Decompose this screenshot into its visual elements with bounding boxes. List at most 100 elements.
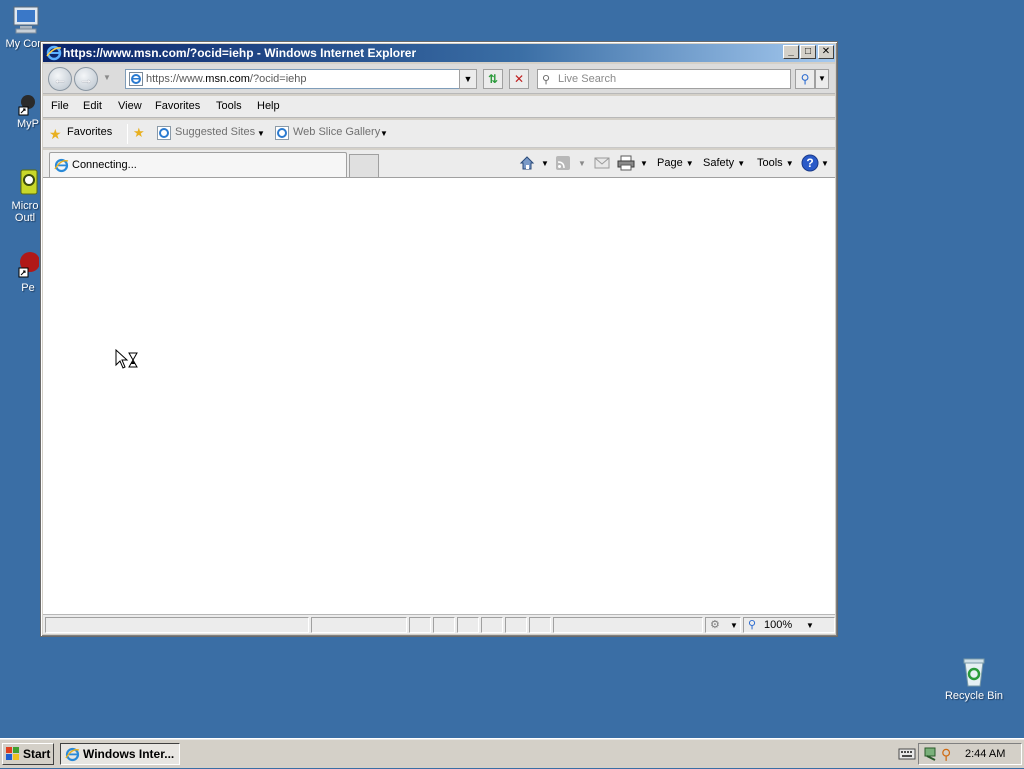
page-menu-label: Page bbox=[657, 157, 683, 169]
printer-icon bbox=[617, 155, 635, 171]
mail-icon bbox=[594, 157, 610, 169]
system-tray: ⚲ 2:44 AM bbox=[918, 743, 1022, 765]
minimize-button[interactable]: _ bbox=[783, 45, 799, 59]
svg-text:?: ? bbox=[806, 156, 813, 170]
search-options-button[interactable]: ▼ bbox=[815, 69, 829, 89]
status-pane bbox=[529, 617, 551, 633]
lock-icon: ⚙ bbox=[710, 619, 720, 631]
taskbar-task-label: Windows Inter... bbox=[83, 747, 175, 761]
window-titlebar[interactable]: https://www.msn.com/?ocid=iehp - Windows… bbox=[43, 44, 835, 62]
status-pane bbox=[409, 617, 431, 633]
chevron-down-icon: ▼ bbox=[730, 621, 738, 630]
status-progress-pane bbox=[311, 617, 407, 633]
zoom-icon: ⚲ bbox=[748, 619, 757, 631]
address-input[interactable]: https://www.msn.com/?ocid=iehp bbox=[125, 69, 477, 89]
ie-icon bbox=[46, 45, 62, 62]
window-title: https://www.msn.com/?ocid=iehp - Windows… bbox=[63, 46, 417, 60]
new-tab-button[interactable] bbox=[349, 154, 379, 178]
suggested-sites-icon bbox=[157, 126, 171, 143]
taskbar-ie-icon bbox=[65, 747, 80, 764]
refresh-button[interactable]: ⇅ bbox=[483, 69, 503, 89]
web-slice-icon bbox=[275, 126, 289, 143]
start-button[interactable]: Start bbox=[2, 743, 54, 765]
web-slice-gallery-link[interactable]: Web Slice Gallery bbox=[293, 126, 380, 138]
favorites-bar: ★ Favorites ★ Suggested Sites ▼ Web Slic… bbox=[43, 120, 835, 148]
maximize-button[interactable]: □ bbox=[800, 45, 816, 59]
start-label: Start bbox=[23, 747, 51, 761]
search-icon: ⚲ bbox=[800, 72, 810, 86]
computer-icon bbox=[10, 4, 42, 36]
status-text-pane bbox=[45, 617, 309, 633]
chevron-down-icon: ▼ bbox=[806, 621, 814, 630]
status-pane bbox=[505, 617, 527, 633]
suggested-sites-link[interactable]: Suggested Sites bbox=[175, 126, 255, 138]
forward-arrow-icon: → bbox=[79, 71, 93, 87]
menu-help[interactable]: Help bbox=[257, 100, 280, 112]
read-mail-button[interactable] bbox=[594, 156, 610, 173]
taskbar-button-ie[interactable]: Windows Inter... bbox=[60, 743, 180, 765]
page-favicon-icon bbox=[129, 72, 143, 88]
feeds-dropdown-icon[interactable]: ▼ bbox=[578, 159, 586, 168]
favorites-label: Favorites bbox=[67, 126, 113, 138]
shortcut-icon bbox=[17, 250, 40, 280]
page-content[interactable] bbox=[43, 177, 835, 617]
desktop-icon-recycle-bin[interactable]: Recycle Bin bbox=[938, 656, 1010, 702]
favorites-star-icon: ★ bbox=[49, 126, 62, 142]
home-dropdown-icon[interactable]: ▼ bbox=[541, 159, 549, 168]
back-button[interactable]: ← bbox=[48, 67, 72, 91]
page-menu[interactable]: Page ▼ bbox=[657, 157, 694, 169]
home-button[interactable] bbox=[519, 155, 535, 174]
tab-label: Connecting... bbox=[72, 159, 137, 171]
print-dropdown-icon[interactable]: ▼ bbox=[640, 159, 648, 168]
address-toolbar: ← → ▼ https://www.msn.com/?ocid=iehp ▼ ⇅… bbox=[43, 64, 835, 94]
address-domain: msn.com bbox=[205, 73, 250, 85]
help-dropdown-icon[interactable]: ▼ bbox=[821, 159, 829, 168]
search-tray-icon[interactable]: ⚲ bbox=[941, 744, 951, 764]
help-button[interactable]: ? bbox=[801, 154, 819, 175]
menu-view[interactable]: View bbox=[118, 100, 142, 112]
network-icon[interactable] bbox=[923, 746, 939, 769]
tools-menu[interactable]: Tools ▼ bbox=[757, 157, 794, 169]
safety-menu[interactable]: Safety ▼ bbox=[703, 157, 745, 169]
zoom-button[interactable]: ⚲ 100% ▼ bbox=[743, 617, 835, 633]
desktop-icon-label: Micro Outl bbox=[11, 200, 39, 224]
stop-button[interactable]: ✕ bbox=[509, 69, 529, 89]
search-button[interactable]: ⚲ bbox=[795, 69, 815, 89]
chevron-down-icon: ▼ bbox=[785, 159, 794, 168]
keyboard-icon[interactable] bbox=[898, 747, 916, 764]
home-icon bbox=[519, 156, 535, 170]
separator bbox=[127, 124, 128, 144]
print-button[interactable] bbox=[617, 155, 635, 174]
address-dropdown-button[interactable]: ▼ bbox=[459, 69, 477, 89]
chevron-down-icon: ▼ bbox=[685, 159, 694, 168]
clock[interactable]: 2:44 AM bbox=[965, 744, 1005, 764]
tools-menu-label: Tools bbox=[757, 157, 783, 169]
status-pane bbox=[481, 617, 503, 633]
menu-file[interactable]: File bbox=[51, 100, 69, 112]
menu-edit[interactable]: Edit bbox=[83, 100, 102, 112]
busy-cursor-icon bbox=[115, 348, 139, 374]
chevron-down-icon: ▼ bbox=[737, 159, 746, 168]
address-path: /?ocid=iehp bbox=[249, 73, 307, 85]
close-button[interactable]: ✕ bbox=[818, 45, 834, 59]
suggested-sites-dropdown-icon[interactable]: ▼ bbox=[257, 129, 265, 138]
menu-bar: File Edit View Favorites Tools Help bbox=[43, 96, 835, 118]
search-placeholder: Live Search bbox=[558, 73, 617, 85]
tab-connecting[interactable]: Connecting... bbox=[49, 152, 347, 178]
tab-bar: Connecting... ▼ ▼ ▼ Page ▼ Safety ▼ Tool… bbox=[43, 150, 835, 178]
web-slice-dropdown-icon[interactable]: ▼ bbox=[380, 129, 388, 138]
windows-logo-icon bbox=[6, 747, 20, 767]
menu-favorites[interactable]: Favorites bbox=[155, 100, 200, 112]
feeds-icon bbox=[556, 156, 570, 170]
address-prefix: https://www. bbox=[146, 73, 206, 85]
search-input[interactable]: ⚲ Live Search bbox=[537, 69, 791, 89]
recent-pages-dropdown-icon[interactable]: ▼ bbox=[103, 73, 111, 82]
mypc-shortcut-icon bbox=[18, 94, 38, 116]
feeds-button[interactable] bbox=[555, 155, 571, 174]
menu-tools[interactable]: Tools bbox=[216, 100, 242, 112]
add-to-favorites-bar-icon[interactable]: ★ bbox=[133, 125, 145, 141]
forward-button[interactable]: → bbox=[74, 67, 98, 91]
recycle-bin-icon bbox=[958, 656, 990, 688]
status-pane bbox=[433, 617, 455, 633]
protected-mode-button[interactable]: ⚙ ▼ bbox=[705, 617, 741, 633]
